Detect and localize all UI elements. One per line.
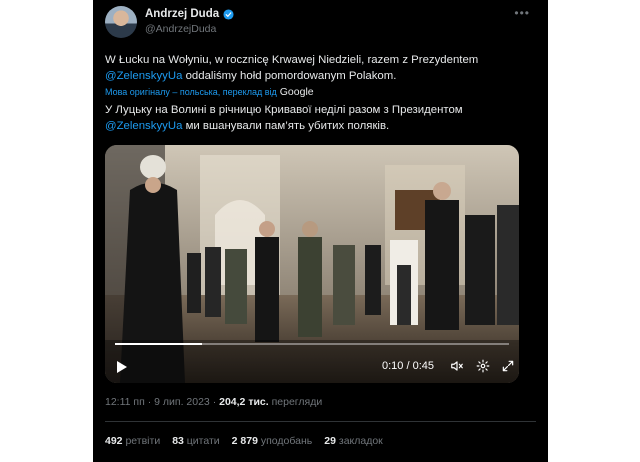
- bookmarks-count: 29: [324, 435, 336, 447]
- quotes-count: 83: [172, 435, 184, 447]
- tweet-time[interactable]: 12:11 пп: [105, 396, 145, 408]
- quotes-stat[interactable]: 83 цитати: [172, 435, 219, 447]
- likes-label: уподобань: [260, 435, 313, 447]
- video-progress-fill: [115, 343, 202, 345]
- avatar[interactable]: [105, 6, 137, 38]
- more-options-icon[interactable]: •••: [514, 6, 530, 20]
- author-handle[interactable]: @AndrzejDuda: [145, 23, 216, 35]
- retweets-stat[interactable]: 492 ретвіти: [105, 435, 160, 447]
- separator-dot: ·: [147, 396, 152, 408]
- mention-link[interactable]: @ZelenskyyUa: [105, 70, 182, 82]
- bookmarks-label: закладок: [338, 435, 383, 447]
- mention-link[interactable]: @ZelenskyyUa: [105, 120, 182, 132]
- author-row: Andrzej Duda: [145, 8, 234, 20]
- tweet-text-part: ми вшанували пам’ять убитих поляків.: [185, 120, 390, 132]
- tweet-text-original: W Łucku na Wołyniu, w rocznicę Krwawej N…: [105, 52, 535, 84]
- tweet-meta: 12:11 пп · 9 лип. 2023 · 204,2 тис. пере…: [105, 396, 322, 408]
- views-count: 204,2 тис.: [219, 396, 269, 408]
- quotes-label: цитати: [186, 435, 220, 447]
- play-icon[interactable]: [116, 360, 128, 374]
- tweet-text-part: У Луцьку на Волині в річницю Кривавої не…: [105, 104, 463, 116]
- video-player[interactable]: 0:10 / 0:45: [105, 145, 519, 383]
- translation-label: Мова оригіналу – польська, переклад від: [105, 87, 277, 97]
- separator-dot: ·: [212, 396, 217, 408]
- divider: [105, 421, 536, 422]
- bookmarks-stat[interactable]: 29 закладок: [324, 435, 383, 447]
- settings-gear-icon[interactable]: [476, 359, 490, 373]
- tweet-text-translated: У Луцьку на Волині в річницю Кривавої не…: [105, 102, 535, 134]
- likes-stat[interactable]: 2 879 уподобань: [232, 435, 313, 447]
- engagement-stats: 492 ретвіти 83 цитати 2 879 уподобань 29…: [105, 435, 383, 447]
- retweets-label: ретвіти: [125, 435, 161, 447]
- author-name[interactable]: Andrzej Duda: [145, 8, 219, 20]
- fullscreen-icon[interactable]: [501, 359, 515, 373]
- retweets-count: 492: [105, 435, 123, 447]
- volume-muted-icon[interactable]: [450, 359, 464, 373]
- video-progress-bar[interactable]: [115, 343, 509, 345]
- tweet-panel: Andrzej Duda @AndrzejDuda ••• W Łucku na…: [93, 0, 548, 462]
- translation-attribution[interactable]: Мова оригіналу – польська, переклад від …: [105, 86, 314, 98]
- video-time: 0:10 / 0:45: [382, 360, 434, 372]
- verified-badge-icon: [223, 8, 234, 20]
- tweet-text-part: oddaliśmy hołd pomordowanym Polakom.: [185, 70, 397, 82]
- google-logo: Google: [279, 86, 314, 98]
- likes-count: 2 879: [231, 435, 258, 447]
- views-label: перегляди: [271, 396, 323, 408]
- video-frame: [105, 145, 519, 383]
- tweet-date[interactable]: 9 лип. 2023: [154, 396, 210, 408]
- tweet-text-part: W Łucku na Wołyniu, w rocznicę Krwawej N…: [105, 54, 479, 66]
